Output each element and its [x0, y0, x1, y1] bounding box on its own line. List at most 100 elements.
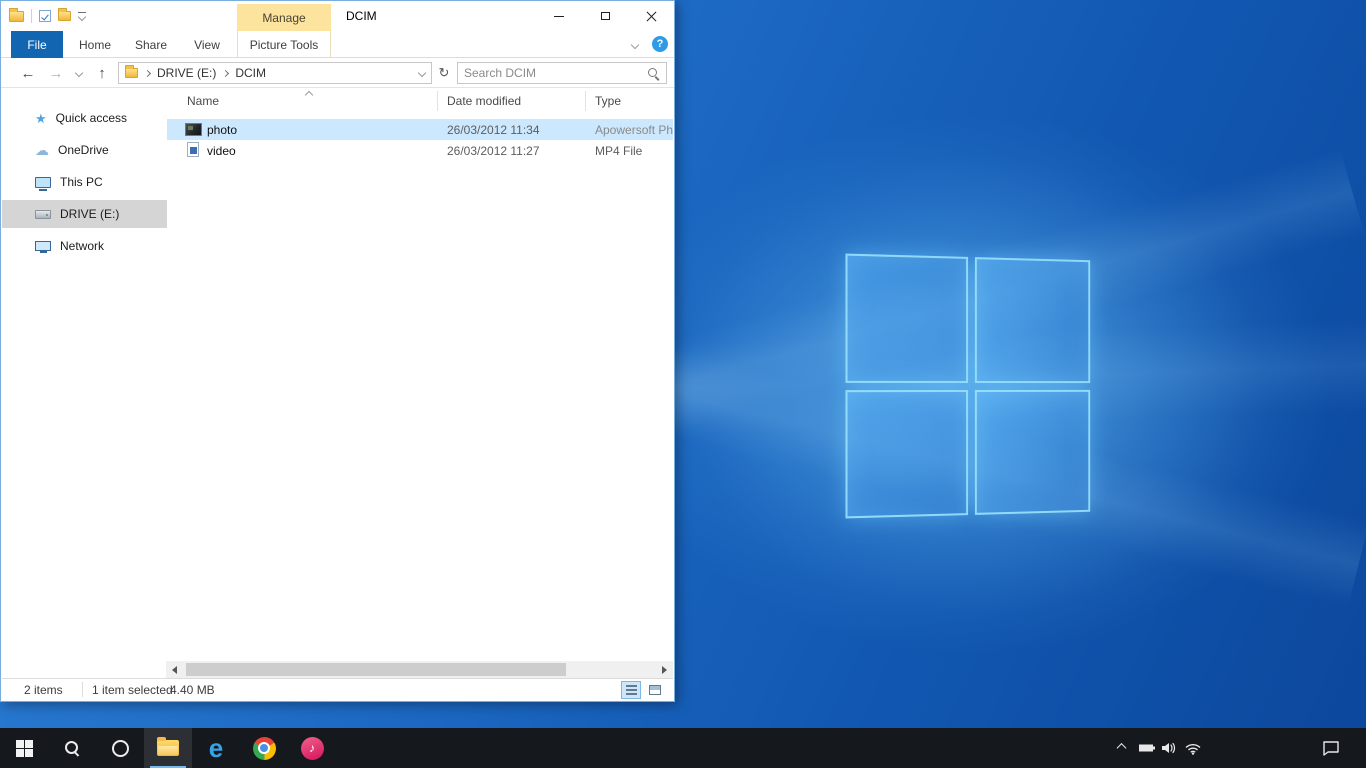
file-row-video[interactable]: video 26/03/2012 11:27 MP4 File	[167, 140, 673, 161]
chrome-icon	[253, 737, 276, 760]
breadcrumb-chevron-icon[interactable]	[222, 69, 229, 76]
search-icon[interactable]	[647, 67, 660, 80]
windows-logo-pane	[845, 254, 967, 383]
sidebar-item-onedrive[interactable]: ☁ OneDrive	[2, 136, 167, 164]
file-type: MP4 File	[595, 144, 642, 158]
sidebar-item-this-pc[interactable]: This PC	[2, 168, 167, 196]
column-separator[interactable]	[585, 91, 586, 111]
qat-customize-icon[interactable]	[78, 12, 86, 20]
qat-new-folder-icon[interactable]	[58, 11, 71, 21]
windows-logo-pane	[974, 389, 1090, 514]
itunes-icon: ♪	[301, 737, 324, 760]
computer-icon	[35, 177, 51, 188]
video-file-icon	[187, 142, 199, 157]
window-title: DCIM	[346, 1, 377, 31]
selection-size: 4.40 MB	[170, 683, 215, 697]
details-view-button[interactable]	[621, 681, 641, 699]
ribbon-expand-button[interactable]	[626, 31, 644, 58]
large-icons-view-button[interactable]	[645, 681, 665, 699]
minimize-button[interactable]	[536, 1, 582, 31]
drive-icon	[35, 210, 51, 219]
taskbar-search-button[interactable]	[48, 728, 96, 768]
file-list: Name Date modified Type photo 26/03/2012…	[167, 88, 673, 661]
column-separator[interactable]	[437, 91, 438, 111]
search-box[interactable]	[457, 62, 667, 84]
left-arrow-icon	[172, 666, 177, 674]
breadcrumb-chevron-icon[interactable]	[144, 69, 151, 76]
chevron-down-icon	[75, 69, 83, 77]
qat-separator	[31, 9, 32, 23]
chevron-up-icon	[1117, 743, 1127, 753]
battery-icon	[1139, 745, 1153, 752]
column-header-date-modified[interactable]: Date modified	[447, 94, 521, 108]
tray-volume-button[interactable]	[1160, 740, 1176, 756]
quick-access-star-icon: ★	[35, 112, 47, 125]
taskbar-itunes-button[interactable]: ♪	[288, 728, 336, 768]
cortana-button[interactable]	[96, 728, 144, 768]
tab-share[interactable]: Share	[125, 31, 177, 58]
back-button[interactable]: ←	[15, 58, 41, 88]
edge-icon: e	[209, 735, 223, 761]
windows-logo-pane	[974, 257, 1090, 382]
tab-view[interactable]: View	[185, 31, 229, 58]
address-bar[interactable]: DRIVE (E:) DCIM	[118, 62, 432, 84]
breadcrumb-dcim[interactable]: DCIM	[235, 66, 266, 80]
taskbar-edge-button[interactable]: e	[192, 728, 240, 768]
sidebar-item-label: DRIVE (E:)	[60, 207, 119, 221]
taskbar-file-explorer-button[interactable]	[144, 728, 192, 768]
breadcrumb-drive[interactable]: DRIVE (E:)	[157, 66, 216, 80]
status-bar: 2 items 1 item selected 4.40 MB	[2, 678, 673, 700]
up-button[interactable]: ↑	[91, 58, 113, 88]
file-name: video	[207, 144, 236, 158]
taskbar-chrome-button[interactable]	[240, 728, 288, 768]
column-header-name[interactable]: Name	[187, 94, 219, 108]
tab-file[interactable]: File	[11, 31, 63, 58]
chevron-down-icon	[631, 40, 639, 48]
titlebar[interactable]: Manage DCIM	[1, 1, 674, 31]
tray-show-hidden-icons-button[interactable]	[1118, 745, 1125, 752]
sort-ascending-icon	[305, 91, 313, 99]
windows-logo-pane	[845, 390, 967, 519]
sidebar-item-network[interactable]: Network	[2, 232, 167, 260]
scrollbar-thumb[interactable]	[186, 663, 566, 676]
network-icon	[35, 241, 51, 251]
cortana-ring-icon	[112, 740, 129, 757]
maximize-button[interactable]	[582, 1, 628, 31]
details-view-icon	[626, 685, 637, 695]
refresh-button[interactable]: ↻	[434, 62, 454, 84]
tray-network-button[interactable]	[1184, 741, 1202, 755]
tab-picture-tools[interactable]: Picture Tools	[237, 31, 331, 58]
qat-properties-icon[interactable]	[39, 10, 51, 22]
horizontal-scrollbar[interactable]	[166, 661, 673, 678]
sidebar-item-quick-access[interactable]: ★ Quick access	[2, 104, 167, 132]
search-input[interactable]	[458, 66, 647, 80]
close-button[interactable]	[628, 1, 674, 31]
forward-button[interactable]: →	[45, 58, 67, 88]
close-icon	[646, 11, 657, 22]
start-button[interactable]	[0, 728, 48, 768]
windows-start-icon	[16, 740, 33, 757]
help-button[interactable]: ?	[652, 36, 668, 52]
file-date-modified: 26/03/2012 11:27	[447, 144, 540, 158]
chevron-down-icon	[418, 69, 426, 77]
sidebar-item-label: OneDrive	[58, 143, 109, 157]
scroll-left-arrow[interactable]	[166, 661, 183, 678]
music-note-icon: ♪	[309, 741, 315, 755]
onedrive-cloud-icon: ☁	[35, 143, 49, 157]
scroll-right-arrow[interactable]	[656, 661, 673, 678]
navigation-pane: ★ Quick access ☁ OneDrive This PC DRIVE …	[2, 88, 167, 661]
action-center-button[interactable]	[1322, 740, 1340, 756]
ribbon-tab-row: File Home Share View Picture Tools ?	[1, 31, 674, 58]
tray-battery-button[interactable]	[1139, 745, 1153, 752]
item-count: 2 items	[24, 683, 63, 697]
contextual-tab-manage[interactable]: Manage	[237, 4, 331, 31]
tab-home[interactable]: Home	[73, 31, 117, 58]
selection-summary: 1 item selected	[92, 683, 173, 697]
column-header-type[interactable]: Type	[595, 94, 621, 108]
sidebar-item-drive-e[interactable]: DRIVE (E:)	[2, 200, 167, 228]
address-dropdown-button[interactable]	[419, 70, 425, 76]
sidebar-item-label: This PC	[60, 175, 103, 189]
column-header-row: Name Date modified Type	[167, 88, 673, 114]
recent-locations-button[interactable]	[71, 58, 87, 88]
file-row-photo[interactable]: photo 26/03/2012 11:34 Apowersoft Pho	[167, 119, 673, 140]
